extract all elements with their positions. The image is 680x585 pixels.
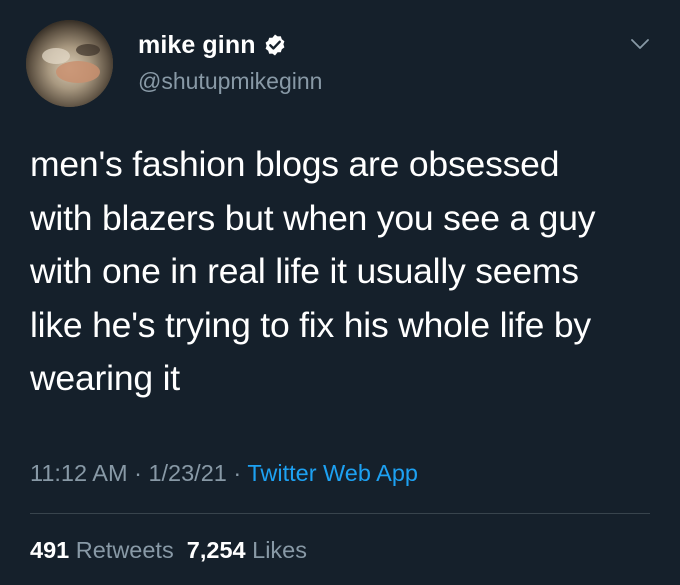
author-handle[interactable]: @shutupmikeginn [138,68,322,95]
tweet-date[interactable]: 1/23/21 [148,460,226,486]
likes-count: 7,254 [186,537,246,563]
chevron-down-icon[interactable] [630,37,650,51]
meta-separator: · [226,460,248,486]
likes-label: Likes [252,537,307,563]
divider [30,513,650,514]
avatar-image [26,20,113,107]
tweet-card: mike ginn @shutupmikeginn men's fashion … [0,0,680,585]
author-name-row: mike ginn [138,30,287,60]
tweet-source-link[interactable]: Twitter Web App [247,460,418,486]
retweets-count: 491 [30,537,70,563]
retweets-stat[interactable]: 491 Retweets [30,537,174,563]
tweet-stats: 491 Retweets 7,254 Likes [30,537,307,564]
tweet-text: men's fashion blogs are obsessed with bl… [30,144,596,398]
avatar[interactable] [26,20,113,107]
verified-badge-icon [263,33,287,57]
author-display-name[interactable]: mike ginn [138,31,256,60]
likes-stat[interactable]: 7,254 Likes [187,537,307,563]
tweet-meta: 11:12 AM · 1/23/21 · Twitter Web App [30,460,418,487]
meta-separator: · [127,460,149,486]
tweet-time[interactable]: 11:12 AM [30,460,128,486]
retweets-label: Retweets [75,537,174,563]
